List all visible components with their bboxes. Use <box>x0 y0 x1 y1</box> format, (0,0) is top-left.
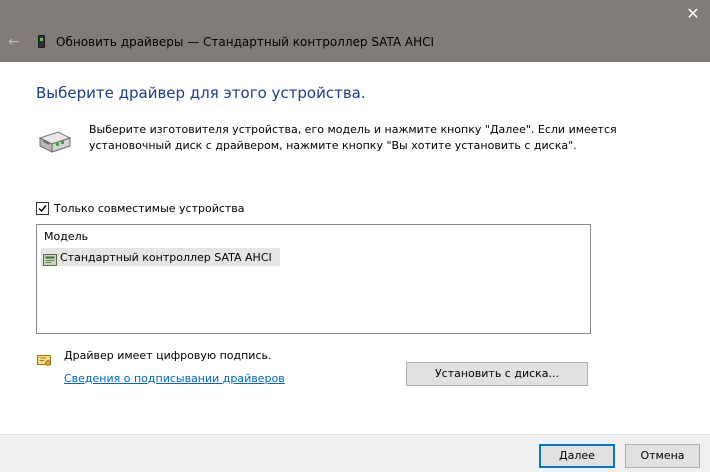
close-icon: ✕ <box>686 4 700 23</box>
compatible-only-option[interactable]: Только совместимые устройства <box>36 201 245 216</box>
driver-signing-info-link[interactable]: Сведения о подписывании драйверов <box>64 372 285 385</box>
close-button[interactable]: ✕ <box>676 0 710 28</box>
window-title: Обновить драйверы — Стандартный контролл… <box>56 35 435 49</box>
have-disk-button[interactable]: Установить с диска... <box>406 362 588 386</box>
signature-status-text: Драйвер имеет цифровую подпись. <box>64 349 272 362</box>
signed-certificate-icon <box>37 352 51 366</box>
model-list[interactable]: Модель Стандартный контроллер SATA AHCI <box>36 224 591 334</box>
hardware-device-icon <box>38 128 72 156</box>
checkmark-icon <box>38 205 47 213</box>
list-item[interactable]: Стандартный контроллер SATA AHCI <box>41 248 280 266</box>
device-manager-icon <box>38 35 45 48</box>
controller-chip-icon <box>43 251 57 266</box>
update-drivers-dialog: ✕ ← Обновить драйверы — Стандартный конт… <box>0 0 710 472</box>
compatible-only-checkbox[interactable] <box>36 202 49 215</box>
cancel-button[interactable]: Отмена <box>625 444 700 468</box>
page-heading: Выберите драйвер для этого устройства. <box>36 84 366 102</box>
compatible-only-label[interactable]: Только совместимые устройства <box>54 202 245 215</box>
back-button[interactable]: ← <box>4 32 24 52</box>
title-bar: ✕ ← Обновить драйверы — Стандартный конт… <box>0 0 710 62</box>
model-item-label: Стандартный контроллер SATA AHCI <box>60 250 272 264</box>
next-button[interactable]: Далее <box>539 444 615 468</box>
model-column-header: Модель <box>44 230 89 243</box>
back-arrow-icon: ← <box>8 34 20 50</box>
instruction-text: Выберите изготовителя устройства, его мо… <box>89 123 617 152</box>
